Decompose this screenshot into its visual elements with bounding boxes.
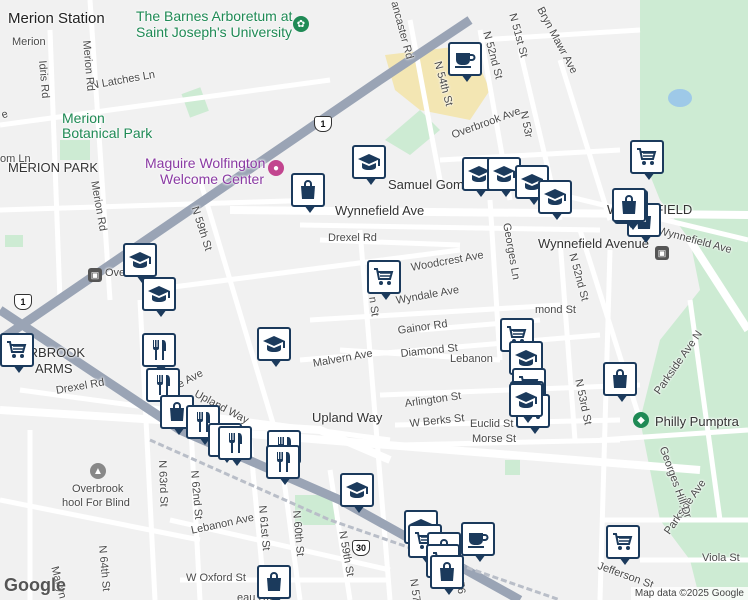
camera-icon[interactable]: ● — [268, 160, 284, 176]
place-barnes-line2: Saint Joseph's University — [136, 24, 292, 40]
street-label: Drexel Rd — [328, 232, 377, 244]
place-merion-station: Merion Station — [8, 10, 105, 27]
place-merion: Merion — [12, 36, 46, 48]
train-icon[interactable]: ▣ — [655, 246, 669, 260]
school-icon — [147, 282, 171, 306]
place-merion-botanical-1: Merion — [62, 110, 105, 126]
place-overbrook-school-2: hool For Blind — [62, 497, 130, 509]
map-attribution[interactable]: Map data ©2025 Google — [630, 587, 748, 600]
park-patch — [505, 460, 520, 475]
school-poi-icon[interactable]: ▲ — [90, 463, 106, 479]
map-marker[interactable] — [218, 426, 252, 466]
school-icon — [345, 478, 369, 502]
place-overbrook-farms-2: ARMS — [35, 361, 73, 376]
school-icon — [514, 388, 538, 412]
shopping-bag-icon — [617, 193, 641, 217]
street-label: Euclid St — [470, 418, 514, 430]
grocery-cart-icon — [372, 265, 396, 289]
us-route-shield: 1 — [314, 116, 332, 132]
park-patch — [60, 140, 90, 160]
place-wynnefield-ave-station: Wynnefield Avenue — [538, 236, 649, 251]
map-marker[interactable] — [340, 473, 374, 513]
map-marker[interactable] — [367, 260, 401, 300]
map-marker[interactable] — [606, 525, 640, 565]
street-label: om Ln — [0, 153, 31, 165]
street-label: N 63rd St — [156, 460, 170, 507]
street-label: W Oxford St — [186, 572, 246, 584]
map-marker[interactable] — [538, 180, 572, 220]
coffee-icon — [466, 527, 490, 551]
map-marker[interactable] — [142, 333, 176, 373]
map-marker[interactable] — [461, 522, 495, 562]
pond — [668, 89, 692, 107]
place-overbrook-school-1: Overbrook — [72, 483, 124, 495]
map-marker[interactable] — [603, 362, 637, 402]
place-barnes-line1: The Barnes Arboretum at — [136, 8, 293, 24]
shopping-bag-icon — [296, 178, 320, 202]
school-icon — [357, 150, 381, 174]
park-patch — [181, 87, 209, 118]
street-label: Viola St — [702, 552, 740, 564]
map-marker[interactable] — [448, 42, 482, 82]
shopping-bag-icon — [608, 367, 632, 391]
street-label: mond St — [535, 304, 576, 316]
map-marker[interactable] — [257, 327, 291, 367]
restaurant-icon — [151, 373, 175, 397]
restaurant-icon — [147, 338, 171, 362]
map-marker[interactable] — [0, 333, 34, 373]
grocery-cart-icon — [5, 338, 29, 362]
map-marker[interactable] — [430, 555, 464, 595]
park-patch — [5, 235, 23, 247]
restaurant-icon — [223, 431, 247, 455]
school-icon — [492, 162, 516, 186]
us-route-shield: 1 — [14, 294, 32, 310]
map-marker[interactable] — [352, 145, 386, 185]
map-marker[interactable] — [291, 173, 325, 213]
restaurant-icon — [271, 450, 295, 474]
map-canvas[interactable]: Merion Station Merion The Barnes Arboret… — [0, 0, 748, 600]
street-label: Wynnefield Ave — [335, 203, 425, 218]
grocery-cart-icon — [611, 530, 635, 554]
grocery-cart-icon — [635, 145, 659, 169]
flower-icon[interactable]: ✿ — [293, 16, 309, 32]
coffee-icon — [453, 47, 477, 71]
park-pin-icon[interactable]: ◆ — [633, 412, 649, 428]
google-logo: Google — [4, 575, 66, 595]
street-label: n St — [366, 296, 381, 318]
train-icon[interactable]: ▣ — [88, 268, 102, 282]
street-label: Morse St — [472, 433, 517, 445]
place-philly: Philly Pumptra — [655, 414, 739, 429]
map-marker[interactable] — [266, 445, 300, 485]
shopping-bag-icon — [435, 560, 459, 584]
us-route-shield: 30 — [352, 540, 370, 556]
map-marker[interactable] — [123, 243, 157, 283]
map-marker[interactable] — [630, 140, 664, 180]
map-marker[interactable] — [509, 383, 543, 423]
school-icon — [543, 185, 567, 209]
map-marker[interactable] — [612, 188, 646, 228]
street-label: Lebanon — [450, 353, 493, 365]
place-merion-botanical-2: Botanical Park — [62, 125, 153, 141]
school-icon — [128, 248, 152, 272]
school-icon — [514, 346, 538, 370]
street-label: Upland Way — [312, 410, 383, 425]
place-maguire-2: Welcome Center — [160, 171, 265, 187]
place-maguire-1: Maguire Wolfington — [145, 155, 266, 171]
map-marker[interactable] — [257, 565, 291, 600]
map-marker[interactable] — [142, 277, 176, 317]
school-icon — [262, 332, 286, 356]
shopping-bag-icon — [262, 570, 286, 594]
place-samuel: Samuel Gom — [388, 177, 464, 192]
